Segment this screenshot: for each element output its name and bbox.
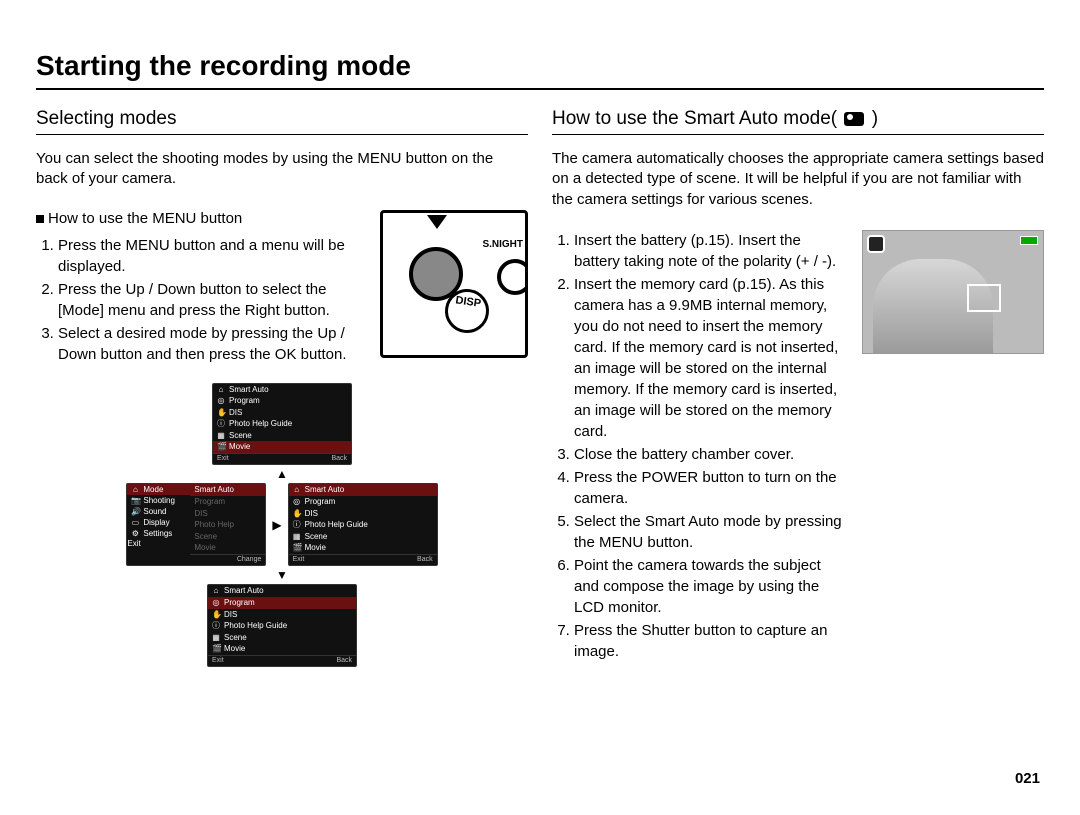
menu-side-right: Smart Auto Program DIS Photo Help Scene … — [190, 483, 266, 566]
sa-step-7: Press the Shutter button to capture an i… — [574, 620, 848, 662]
menu-combo-side: ⌂Mode 📷Shooting 🔊Sound ▭Display ⚙Setting… — [126, 483, 266, 566]
menu-side-pane: ⌂Mode 📷Shooting 🔊Sound ▭Display ⚙Setting… — [126, 483, 190, 566]
step-2: Press the Up / Down button to select the… — [58, 279, 370, 321]
triangle-down-icon: ▼ — [276, 568, 288, 582]
shooting-icon: 📷 — [131, 496, 139, 505]
movie-icon: 🎬 — [293, 543, 301, 553]
scene-icon: ▦ — [217, 431, 225, 441]
program-icon: ◎ — [212, 598, 220, 608]
focus-box-icon — [967, 284, 1001, 312]
dis-icon: ✋ — [212, 610, 220, 620]
menu-card-program: ⌂Smart Auto ◎Program ✋DIS ⓘPhoto Help Gu… — [207, 584, 357, 667]
page-title: Starting the recording mode — [36, 50, 1044, 90]
battery-icon — [1020, 236, 1038, 245]
lcd-preview-thumbnail — [862, 230, 1044, 354]
camera-back-diagram: S.NIGHT DISP — [380, 210, 528, 358]
sa-step-3: Close the battery chamber cover. — [574, 444, 848, 465]
step-3: Select a desired mode by pressing the Up… — [58, 323, 370, 365]
display-icon: ▭ — [131, 518, 139, 527]
sa-step-2: Insert the memory card (p.15). As this c… — [574, 274, 848, 442]
button-circle — [497, 259, 528, 295]
scene-icon: ▦ — [293, 532, 301, 542]
steps-menu-button: Press the MENU button and a menu will be… — [36, 235, 370, 365]
scene-icon: ▦ — [212, 633, 220, 643]
smart-auto-badge-icon — [867, 235, 885, 253]
guide-icon: ⓘ — [217, 419, 225, 429]
step-1: Press the MENU button and a menu will be… — [58, 235, 370, 277]
label-snight: S.NIGHT — [482, 239, 523, 250]
triangle-up-icon: ▲ — [276, 467, 288, 481]
sound-icon: 🔊 — [131, 507, 139, 516]
heading-selecting-modes: Selecting modes — [36, 108, 528, 135]
smart-auto-icon: ⌂ — [217, 385, 225, 395]
program-icon: ◎ — [293, 497, 301, 507]
dis-icon: ✋ — [217, 408, 225, 418]
sa-step-1: Insert the battery (p.15). Insert the ba… — [574, 230, 848, 272]
steps-smart-auto: Insert the battery (p.15). Insert the ba… — [552, 230, 848, 662]
program-icon: ◎ — [217, 396, 225, 406]
movie-icon: 🎬 — [217, 442, 225, 452]
intro-smart-auto: The camera automatically chooses the app… — [552, 149, 1044, 210]
column-selecting-modes: Selecting modes You can select the shoot… — [36, 108, 528, 667]
movie-icon: 🎬 — [212, 644, 220, 654]
smart-auto-icon: ⌂ — [212, 586, 220, 596]
smart-auto-icon: ⌂ — [293, 485, 301, 495]
guide-icon: ⓘ — [293, 520, 301, 530]
sa-step-4: Press the POWER button to turn on the ca… — [574, 467, 848, 509]
heading-smart-auto: How to use the Smart Auto mode( ) — [552, 108, 1044, 135]
bullet-square-icon — [36, 215, 44, 223]
column-smart-auto: How to use the Smart Auto mode( ) The ca… — [552, 108, 1044, 667]
mode-icon: ⌂ — [131, 485, 139, 494]
sa-step-6: Point the camera towards the subject and… — [574, 555, 848, 618]
sa-step-5: Select the Smart Auto mode by pressing t… — [574, 511, 848, 553]
arrow-down-icon — [427, 215, 447, 229]
subheading-menu-button: How to use the MENU button — [36, 210, 370, 227]
smart-auto-mode-icon — [844, 112, 864, 126]
menu-card-top: ⌂Smart Auto ◎Program ✋DIS ⓘPhoto Help Gu… — [212, 383, 352, 466]
intro-selecting-modes: You can select the shooting modes by usi… — [36, 149, 528, 190]
triangle-right-icon: ▶ — [272, 518, 281, 532]
menu-card-smartauto: ⌂Smart Auto ◎Program ✋DIS ⓘPhoto Help Gu… — [288, 483, 438, 566]
guide-icon: ⓘ — [212, 621, 220, 631]
dis-icon: ✋ — [293, 509, 301, 519]
page-number: 021 — [1015, 770, 1040, 787]
menu-screenshots: ⌂Smart Auto ◎Program ✋DIS ⓘPhoto Help Gu… — [36, 383, 528, 668]
settings-icon: ⚙ — [131, 529, 139, 538]
